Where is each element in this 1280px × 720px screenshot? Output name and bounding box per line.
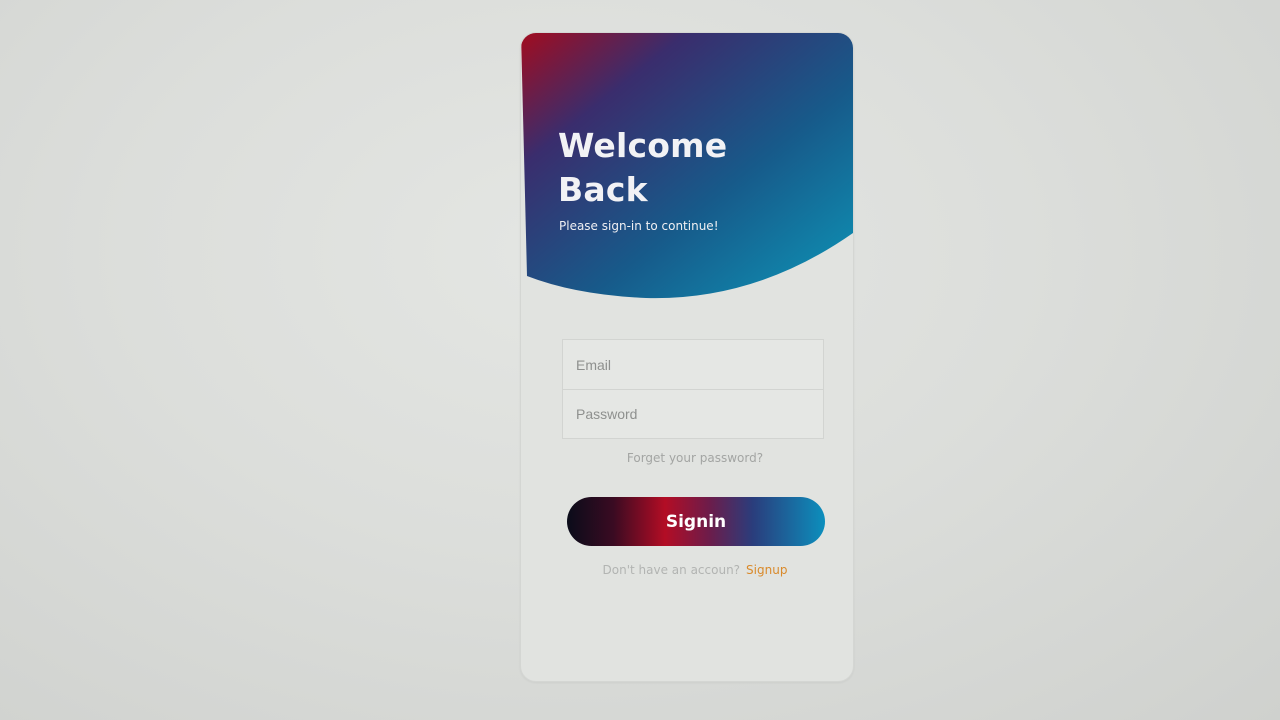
signin-button[interactable]: Signin: [567, 497, 825, 546]
page-title: Welcome Back: [558, 126, 728, 209]
email-field[interactable]: [563, 340, 823, 389]
page: Welcome Back Please sign-in to continue!…: [0, 0, 1280, 720]
page-subtitle: Please sign-in to continue!: [559, 219, 719, 233]
welcome-header: Welcome Back Please sign-in to continue!: [521, 33, 853, 303]
signup-row: Don't have an accoun? Signup: [521, 563, 853, 577]
password-field[interactable]: [563, 389, 823, 438]
signup-link[interactable]: Signup: [746, 563, 787, 577]
forgot-password-link[interactable]: Forget your password?: [521, 451, 853, 465]
login-form: [562, 339, 824, 439]
signup-prompt: Don't have an accoun?: [602, 563, 741, 577]
login-card: Welcome Back Please sign-in to continue!…: [520, 32, 854, 682]
